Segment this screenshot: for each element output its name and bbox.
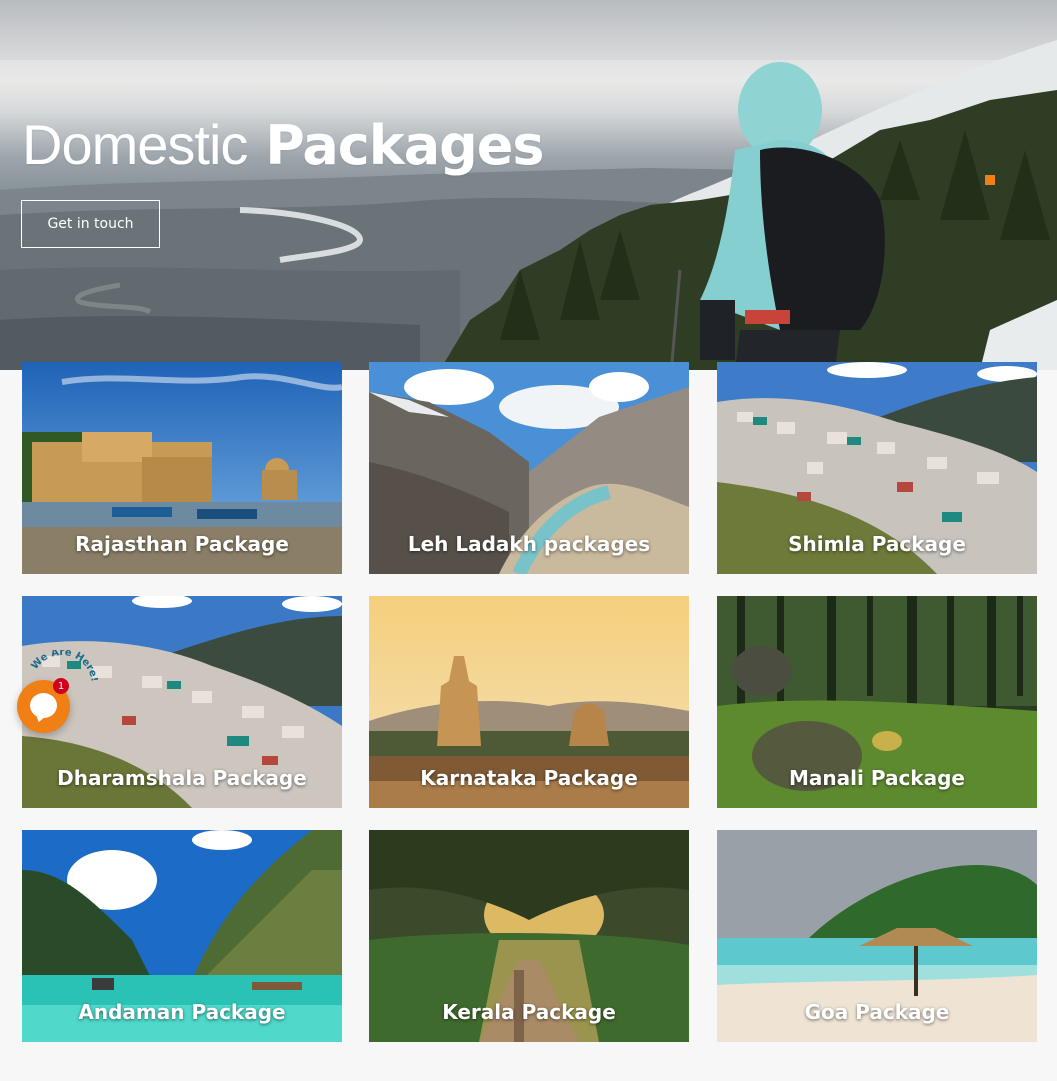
chat-launcher-button[interactable]: 1 [17, 678, 70, 733]
package-card-andaman[interactable]: Andaman Package [22, 830, 342, 1042]
chat-unread-badge: 1 [53, 678, 69, 694]
packages-grid: Rajasthan Package Leh Ladakh packages Sh… [22, 362, 1037, 1043]
chat-bubble-icon [30, 693, 57, 718]
page-title-bold: Packages [265, 114, 544, 177]
hero-banner: Domestic Packages Get in touch [0, 0, 1057, 370]
page-title: Domestic Packages [22, 112, 545, 177]
package-card-karnataka[interactable]: Karnataka Package [369, 596, 689, 808]
package-label: Dharamshala Package [57, 766, 307, 790]
package-card-kerala[interactable]: Kerala Package [369, 830, 689, 1042]
package-label: Rajasthan Package [75, 532, 289, 556]
hero-landscape-image [0, 40, 1057, 370]
package-label: Andaman Package [78, 1000, 286, 1024]
package-card-goa[interactable]: Goa Package [717, 830, 1037, 1042]
package-card-leh-ladakh[interactable]: Leh Ladakh packages [369, 362, 689, 574]
package-label: Leh Ladakh packages [407, 532, 651, 556]
get-in-touch-button[interactable]: Get in touch [21, 200, 160, 248]
package-card-dharamshala[interactable]: Dharamshala Package [22, 596, 342, 808]
package-card-manali[interactable]: Manali Package [717, 596, 1037, 808]
page-title-light: Domestic [22, 113, 248, 176]
package-label: Shimla Package [788, 532, 966, 556]
accent-marker [985, 175, 995, 185]
package-card-rajasthan[interactable]: Rajasthan Package [22, 362, 342, 574]
package-label: Goa Package [804, 1000, 950, 1024]
package-label: Manali Package [789, 766, 965, 790]
package-label: Karnataka Package [420, 766, 638, 790]
package-label: Kerala Package [442, 1000, 616, 1024]
package-card-shimla[interactable]: Shimla Package [717, 362, 1037, 574]
